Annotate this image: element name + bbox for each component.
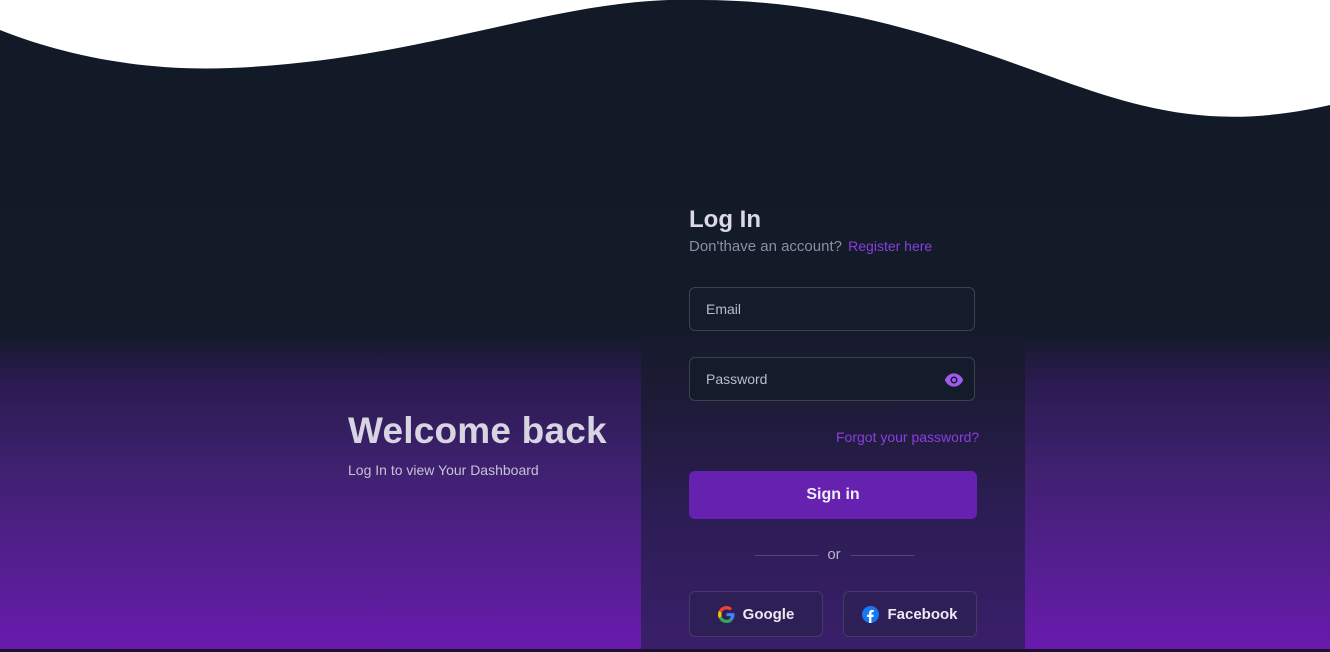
register-link[interactable]: Register here xyxy=(848,238,932,254)
login-title: Log In xyxy=(689,206,761,233)
header-wave xyxy=(0,0,1330,117)
google-button[interactable]: Google xyxy=(689,591,823,637)
facebook-icon xyxy=(862,605,880,623)
google-label: Google xyxy=(742,605,795,623)
google-icon xyxy=(717,605,735,623)
facebook-button[interactable]: Facebook xyxy=(843,591,977,637)
forgot-password-link[interactable]: Forgot your password? xyxy=(836,429,979,445)
or-divider: or xyxy=(754,546,914,566)
email-field-wrapper xyxy=(689,287,975,331)
welcome-section: Welcome back Log In to view Your Dashboa… xyxy=(348,410,607,478)
no-account-text: Don'thave an account? xyxy=(689,238,842,255)
email-field[interactable] xyxy=(690,288,974,330)
divider-line-right xyxy=(850,555,914,556)
register-prompt: Don'thave an account? Register here xyxy=(689,238,977,255)
password-field[interactable] xyxy=(690,358,974,400)
eye-icon[interactable] xyxy=(944,371,964,389)
facebook-label: Facebook xyxy=(887,605,958,623)
sign-in-button[interactable]: Sign in xyxy=(689,471,977,519)
welcome-heading: Welcome back xyxy=(348,410,607,451)
password-field-wrapper xyxy=(689,357,975,401)
welcome-subheading: Log In to view Your Dashboard xyxy=(348,462,539,478)
login-header: Log In Don'thave an account? Register he… xyxy=(689,206,977,255)
